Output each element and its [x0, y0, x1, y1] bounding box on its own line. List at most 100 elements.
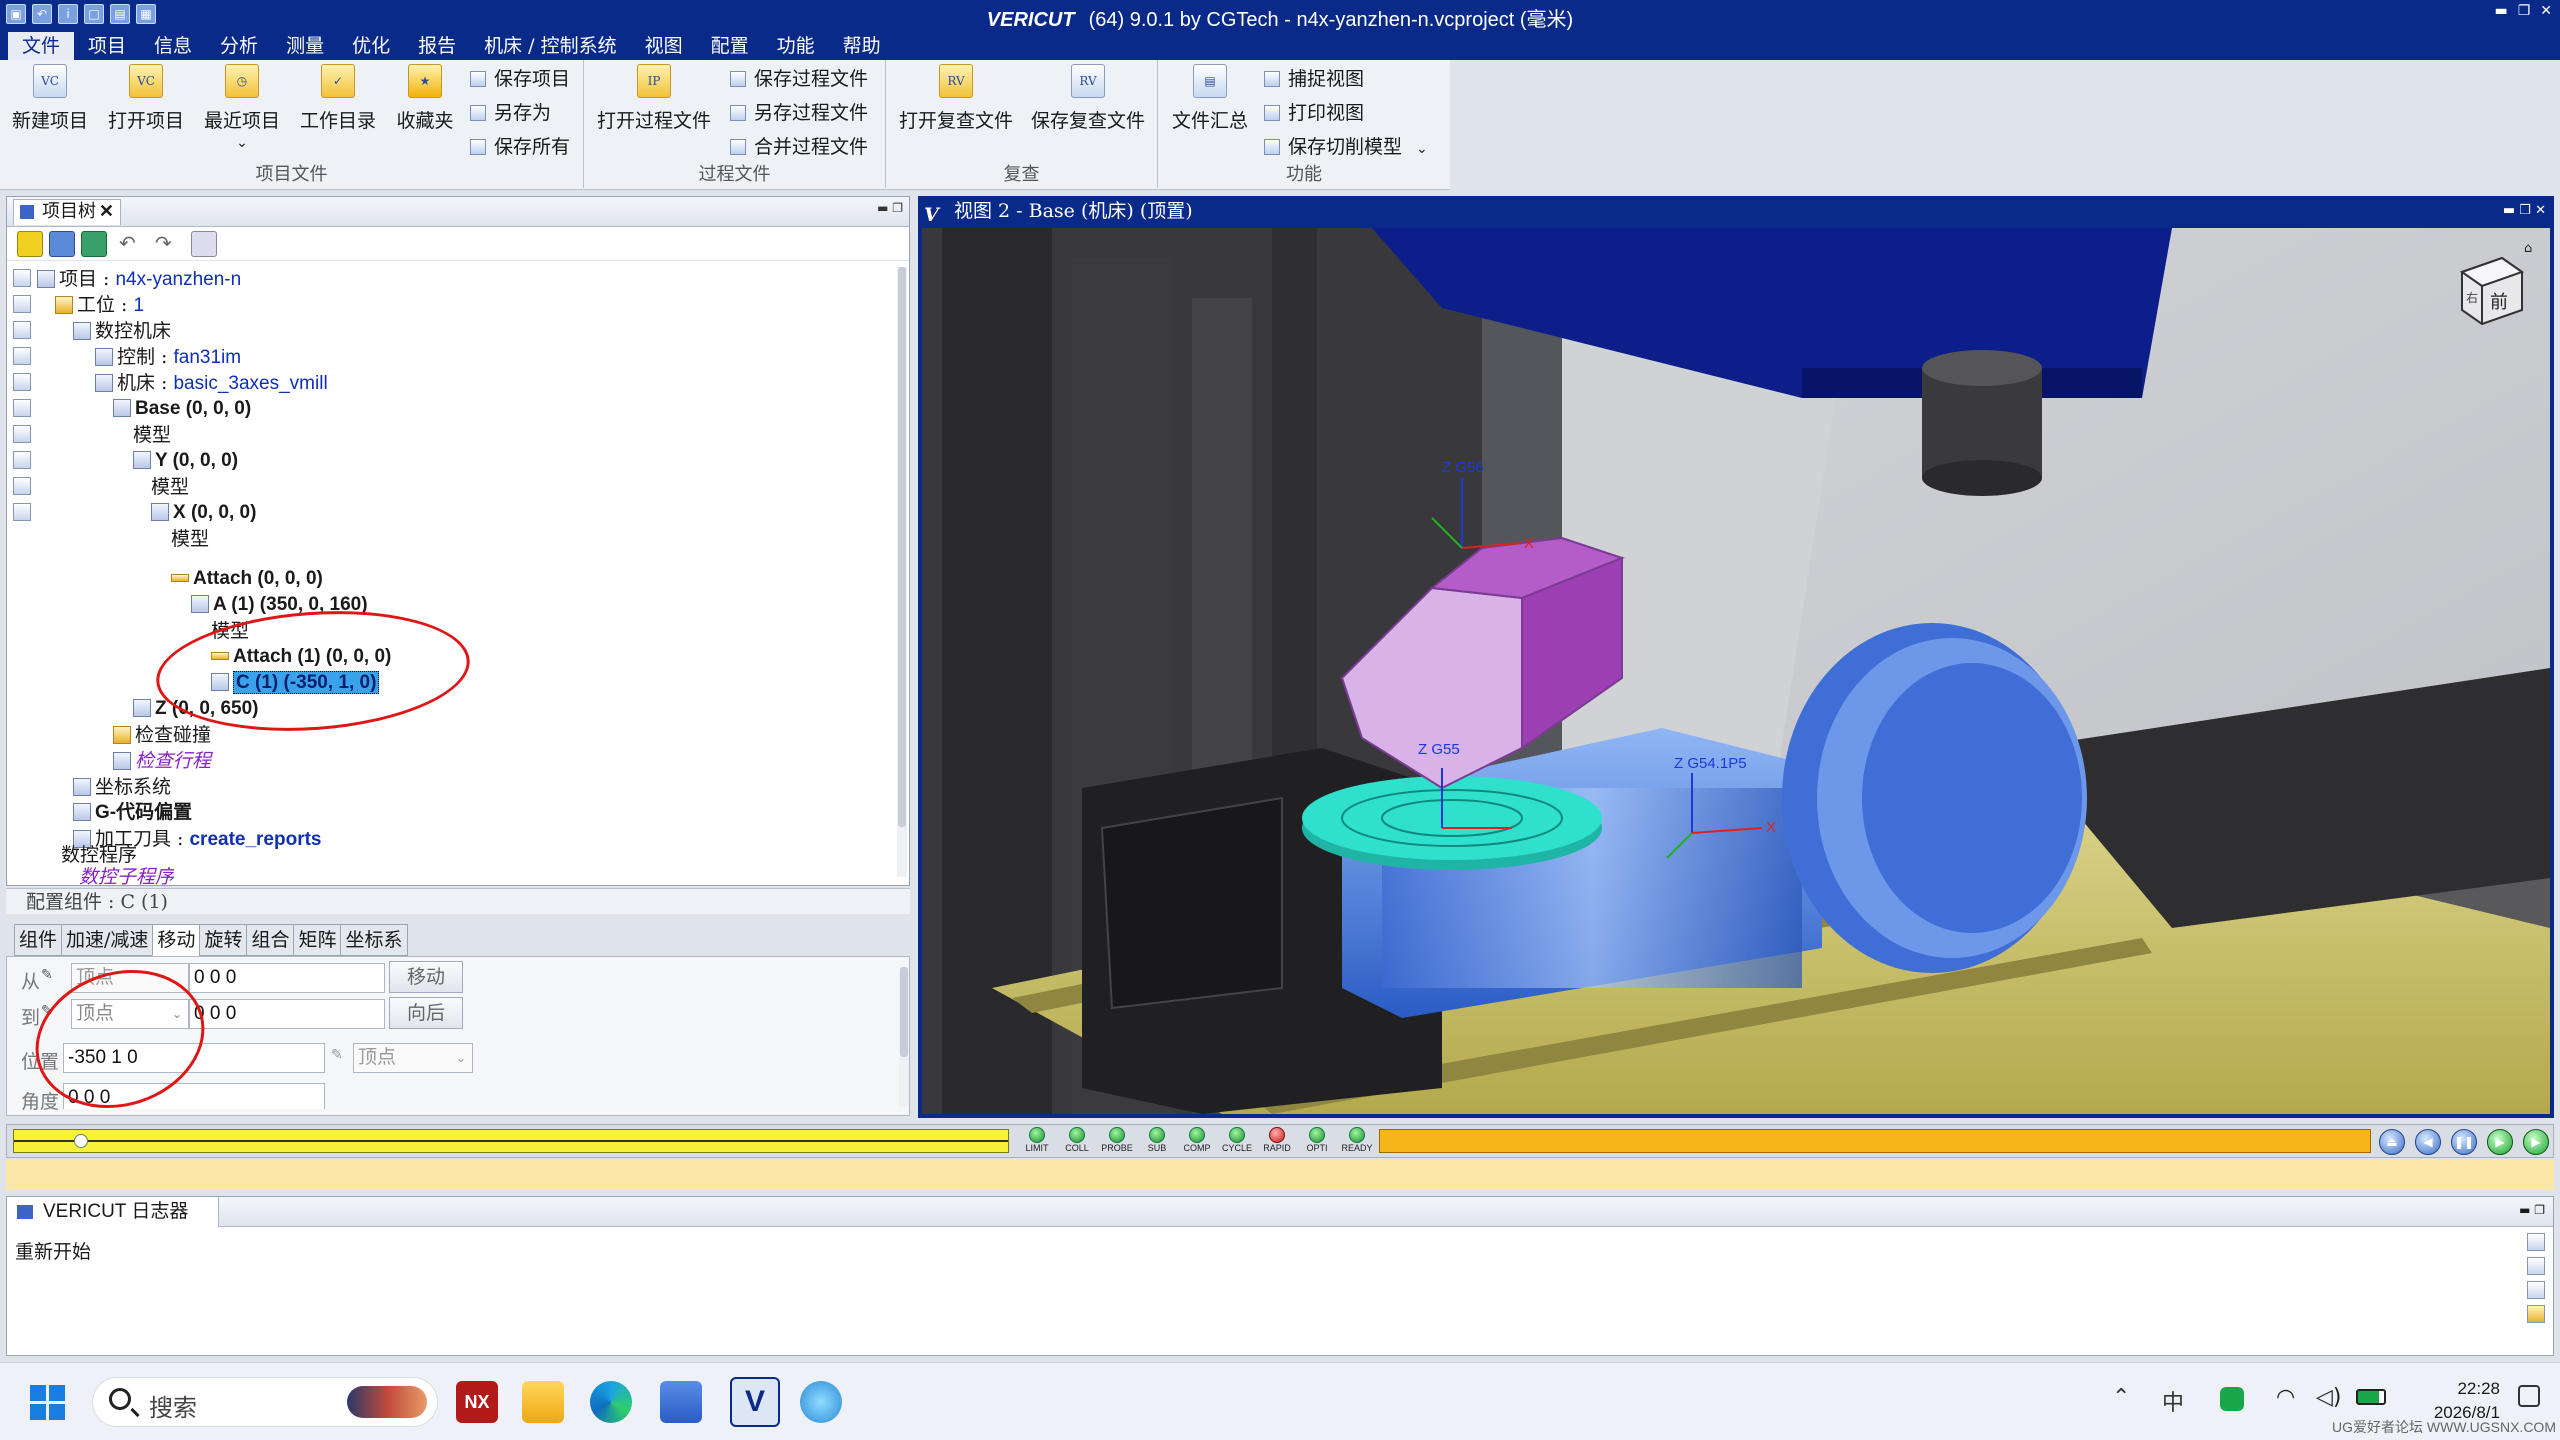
from-value-input[interactable]: 0 0 0 [189, 963, 385, 993]
menu-function[interactable]: 功能 [763, 32, 829, 60]
tree-node-machine[interactable]: 机床 : basic_3axes_vmill [95, 371, 328, 395]
tab-assemble[interactable]: 组合 [246, 924, 295, 956]
pause-button[interactable]: ❚❚ [2451, 1129, 2477, 1155]
minimize-icon[interactable]: ▬ [2519, 1203, 2530, 1217]
globe-app-icon[interactable] [800, 1381, 842, 1423]
tree-node-model[interactable]: 模型 [171, 527, 209, 551]
tab-project-tree[interactable]: 项目树 ✕ [13, 199, 121, 225]
scroll-thumb[interactable] [898, 267, 906, 827]
save-all-button[interactable]: 保存所有 [470, 132, 570, 159]
undo-icon[interactable]: ↶ [119, 231, 145, 257]
open-project-button[interactable]: VC 打开项目 [100, 64, 192, 133]
tree-node-cnc[interactable]: 数控机床 [73, 319, 171, 343]
tab-move[interactable]: 移动 [152, 924, 201, 956]
slider-knob[interactable] [74, 1134, 88, 1148]
back-button[interactable]: 向后 [389, 997, 463, 1029]
tray-chevron-icon[interactable]: ⌃ [2112, 1385, 2130, 1410]
menu-machine[interactable]: 机床 / 控制系统 [470, 32, 630, 60]
scroll-thumb[interactable] [900, 967, 908, 1057]
wifi-icon[interactable]: ◠ [2276, 1385, 2295, 1410]
menu-file[interactable]: 文件 [8, 32, 75, 60]
volume-icon[interactable]: ◁) [2316, 1385, 2342, 1410]
simulation-progress-slider[interactable] [13, 1129, 1009, 1153]
rewind-button[interactable]: ⏏ [2379, 1129, 2405, 1155]
close-icon[interactable]: ✕ [99, 200, 114, 224]
menu-config[interactable]: 配置 [697, 32, 763, 60]
print-icon[interactable] [2527, 1281, 2545, 1299]
taskbar-search[interactable]: 搜索 [92, 1377, 438, 1427]
position-type-select[interactable]: 顶点 ⌄ [353, 1043, 473, 1073]
home-icon[interactable]: ⌂ [2524, 241, 2532, 256]
float-icon[interactable]: ❐ [2534, 1203, 2545, 1217]
float-icon[interactable]: ❐ [2519, 203, 2531, 218]
close-icon[interactable]: ✕ [2540, 3, 2552, 19]
menu-measure[interactable]: 测量 [272, 32, 338, 60]
to-value-input[interactable]: 0 0 0 [189, 999, 385, 1029]
file-summary-button[interactable]: ▤ 文件汇总 [1164, 64, 1256, 133]
save-cut-model-button[interactable]: 保存切削模型 ⌄ [1264, 132, 1428, 159]
tree-node-collision[interactable]: 检查碰撞 [113, 723, 211, 747]
save-review-button[interactable]: RV 保存复查文件 [1026, 64, 1150, 133]
menu-help[interactable]: 帮助 [829, 32, 895, 60]
minimize-icon[interactable]: ▬ [2494, 3, 2507, 19]
view-cube[interactable]: 前 右 [2459, 256, 2525, 326]
menu-info[interactable]: 信息 [140, 32, 206, 60]
restore-icon[interactable]: ❐ [2518, 3, 2531, 19]
redo-icon[interactable]: ↷ [155, 231, 181, 257]
minimize-icon[interactable]: ▬ [2503, 203, 2515, 218]
tab-component[interactable]: 组件 [14, 924, 63, 956]
pick-icon[interactable]: ✎ [41, 967, 53, 983]
recent-project-button[interactable]: ◷ 最近项目 ⌄ [196, 64, 288, 151]
play-button[interactable]: ▶ [2523, 1129, 2549, 1155]
tree-node-y[interactable]: Y (0, 0, 0) [133, 449, 238, 473]
pick-icon[interactable]: ✎ [331, 1047, 343, 1063]
save-project-button[interactable]: 保存项目 [470, 64, 570, 91]
file-explorer-icon[interactable] [522, 1381, 564, 1423]
save-process-button[interactable]: 保存过程文件 [730, 64, 868, 91]
copy-icon[interactable] [191, 231, 217, 257]
capture-view-button[interactable]: 捕捉视图 [1264, 64, 1364, 91]
tree-node-project[interactable]: 项目 : n4x-yanzhen-n [37, 267, 241, 291]
menu-project[interactable]: 项目 [74, 32, 140, 60]
notepad-icon[interactable] [660, 1381, 702, 1423]
list-icon[interactable] [49, 231, 75, 257]
ime-indicator[interactable]: 中 [2162, 1385, 2184, 1417]
machine-3d-view[interactable]: Z G56 X Z G55 Z G54.1P5 X 前 右 ⌂ [922, 228, 2550, 1114]
save-log-icon[interactable] [2527, 1233, 2545, 1251]
vericut-app-icon[interactable]: V [730, 1377, 780, 1427]
tree-node-model[interactable]: 模型 [133, 423, 171, 447]
edge-browser-icon[interactable] [590, 1381, 632, 1423]
tree-node-nc-program[interactable]: 数控程序 [61, 843, 137, 867]
tree-node-station[interactable]: 工位 : 1 [55, 293, 144, 317]
clear-icon[interactable] [2527, 1305, 2545, 1323]
nx-app-icon[interactable]: NX [456, 1381, 498, 1423]
step-back-button[interactable]: ◀ [2415, 1129, 2441, 1155]
open-review-button[interactable]: RV 打开复查文件 [894, 64, 1018, 133]
tree-node-subprogram[interactable]: 数控子程序 [79, 865, 174, 885]
workdir-button[interactable]: ✓ 工作目录 [292, 64, 384, 133]
tree-scrollbar[interactable] [897, 267, 907, 877]
float-icon[interactable]: ❐ [892, 201, 903, 215]
save-as-button[interactable]: 另存为 [470, 98, 551, 125]
new-project-button[interactable]: VC 新建项目 [4, 64, 96, 133]
battery-icon[interactable] [2356, 1389, 2386, 1405]
tree-node-control[interactable]: 控制 : fan31im [95, 345, 241, 369]
notification-icon[interactable] [2518, 1385, 2540, 1407]
tab-matrix[interactable]: 矩阵 [293, 924, 342, 956]
step-button[interactable]: ▶ [2487, 1129, 2513, 1155]
start-button[interactable] [30, 1385, 66, 1421]
tab-csys[interactable]: 坐标系 [340, 924, 408, 956]
add-icon[interactable] [81, 231, 107, 257]
chevron-down-icon[interactable]: ⌄ [1416, 141, 1428, 157]
wechat-icon[interactable] [2220, 1387, 2244, 1411]
menu-view[interactable]: 视图 [631, 32, 697, 60]
tree-node-coords[interactable]: 坐标系统 [73, 775, 171, 799]
print-view-button[interactable]: 打印视图 [1264, 98, 1364, 125]
move-button[interactable]: 移动 [389, 961, 463, 993]
tree-node-x[interactable]: X (0, 0, 0) [151, 501, 256, 525]
tab-logger[interactable]: VERICUT 日志器 [7, 1197, 220, 1227]
menu-optimize[interactable]: 优化 [338, 32, 404, 60]
menu-report[interactable]: 报告 [404, 32, 470, 60]
filter-icon[interactable] [2527, 1257, 2545, 1275]
tree-node-attach[interactable]: Attach (0, 0, 0) [171, 567, 323, 591]
